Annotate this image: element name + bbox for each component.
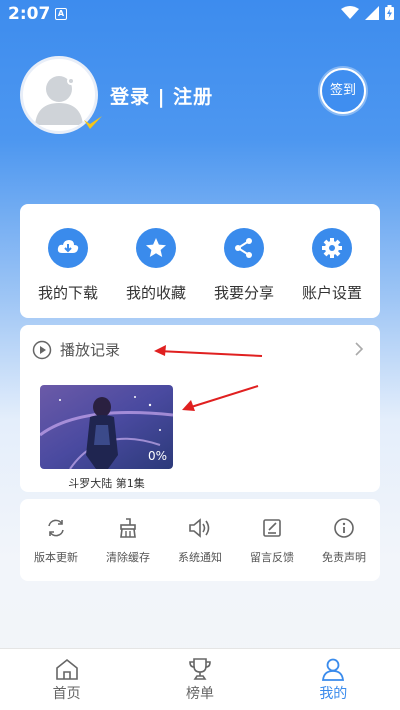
feedback-button[interactable]: 留言反馈 [238,499,306,581]
history-item-title: 斗罗大陆 第1集 [68,477,145,490]
tool-label: 清除缓存 [106,551,150,564]
wifi-icon [341,5,359,19]
tool-label: 版本更新 [34,551,78,564]
version-update-button[interactable]: 版本更新 [22,499,90,581]
battery-icon [385,5,394,20]
user-icon [322,658,345,681]
nav-label: 榜单 [185,686,214,702]
nav-mine[interactable]: 我的 [283,649,383,710]
refresh-icon [48,519,64,537]
action-label: 我的收藏 [125,284,186,302]
signal-icon [365,5,379,20]
action-label: 我的下载 [37,284,98,302]
avatar[interactable] [20,56,102,134]
tool-label: 免责声明 [322,551,366,564]
bottom-nav: 首页 榜单 我的 [0,648,400,710]
play-history-header[interactable]: 播放记录 [32,339,120,360]
share-icon [224,228,264,268]
gear-icon [312,228,352,268]
tools-card: 版本更新 清除缓存 系统通知 留言反馈 免责声明 [20,499,380,581]
share-button[interactable]: 我要分享 [201,204,287,318]
star-icon [136,228,176,268]
vip-badge-icon [84,116,102,129]
play-circle-icon [32,340,52,359]
my-downloads-button[interactable]: 我的下载 [25,204,111,318]
play-history-title: 播放记录 [60,341,121,359]
trophy-icon [189,658,211,680]
quick-actions-card: 我的下载 我的收藏 我要分享 账户设置 [20,204,380,318]
nav-home[interactable]: 首页 [17,649,117,710]
info-icon [334,518,354,538]
cloud-download-icon [48,228,88,268]
edit-icon [263,519,281,537]
nav-rankings[interactable]: 榜单 [150,649,250,710]
history-thumbnail[interactable]: 0% [40,385,173,469]
status-icons [341,5,394,20]
tool-label: 系统通知 [178,551,222,564]
system-notice-button[interactable]: 系统通知 [166,499,234,581]
annotation-arrow-thumbnail [182,385,259,411]
broom-icon [120,518,136,538]
account-settings-button[interactable]: 账户设置 [289,204,375,318]
action-label: 账户设置 [301,284,362,302]
annotation-arrow-history [154,345,263,357]
nav-label: 我的 [319,686,348,702]
clear-cache-button[interactable]: 清除缓存 [94,499,162,581]
chevron-right-icon[interactable] [354,341,364,357]
watch-progress: 0% [147,449,167,463]
disclaimer-button[interactable]: 免责声明 [310,499,378,581]
notification-a-icon: A [55,8,67,20]
login-register-link[interactable]: 登录 | 注册 [110,82,213,109]
home-icon [55,658,78,680]
status-time: 2:07 [8,4,51,24]
speaker-icon [189,518,210,538]
status-bar: 2:07 A [0,0,400,28]
action-label: 我要分享 [213,284,274,302]
my-favorites-button[interactable]: 我的收藏 [113,204,199,318]
nav-label: 首页 [52,686,81,702]
checkin-button[interactable]: 签到 [320,68,366,114]
tool-label: 留言反馈 [250,551,294,564]
